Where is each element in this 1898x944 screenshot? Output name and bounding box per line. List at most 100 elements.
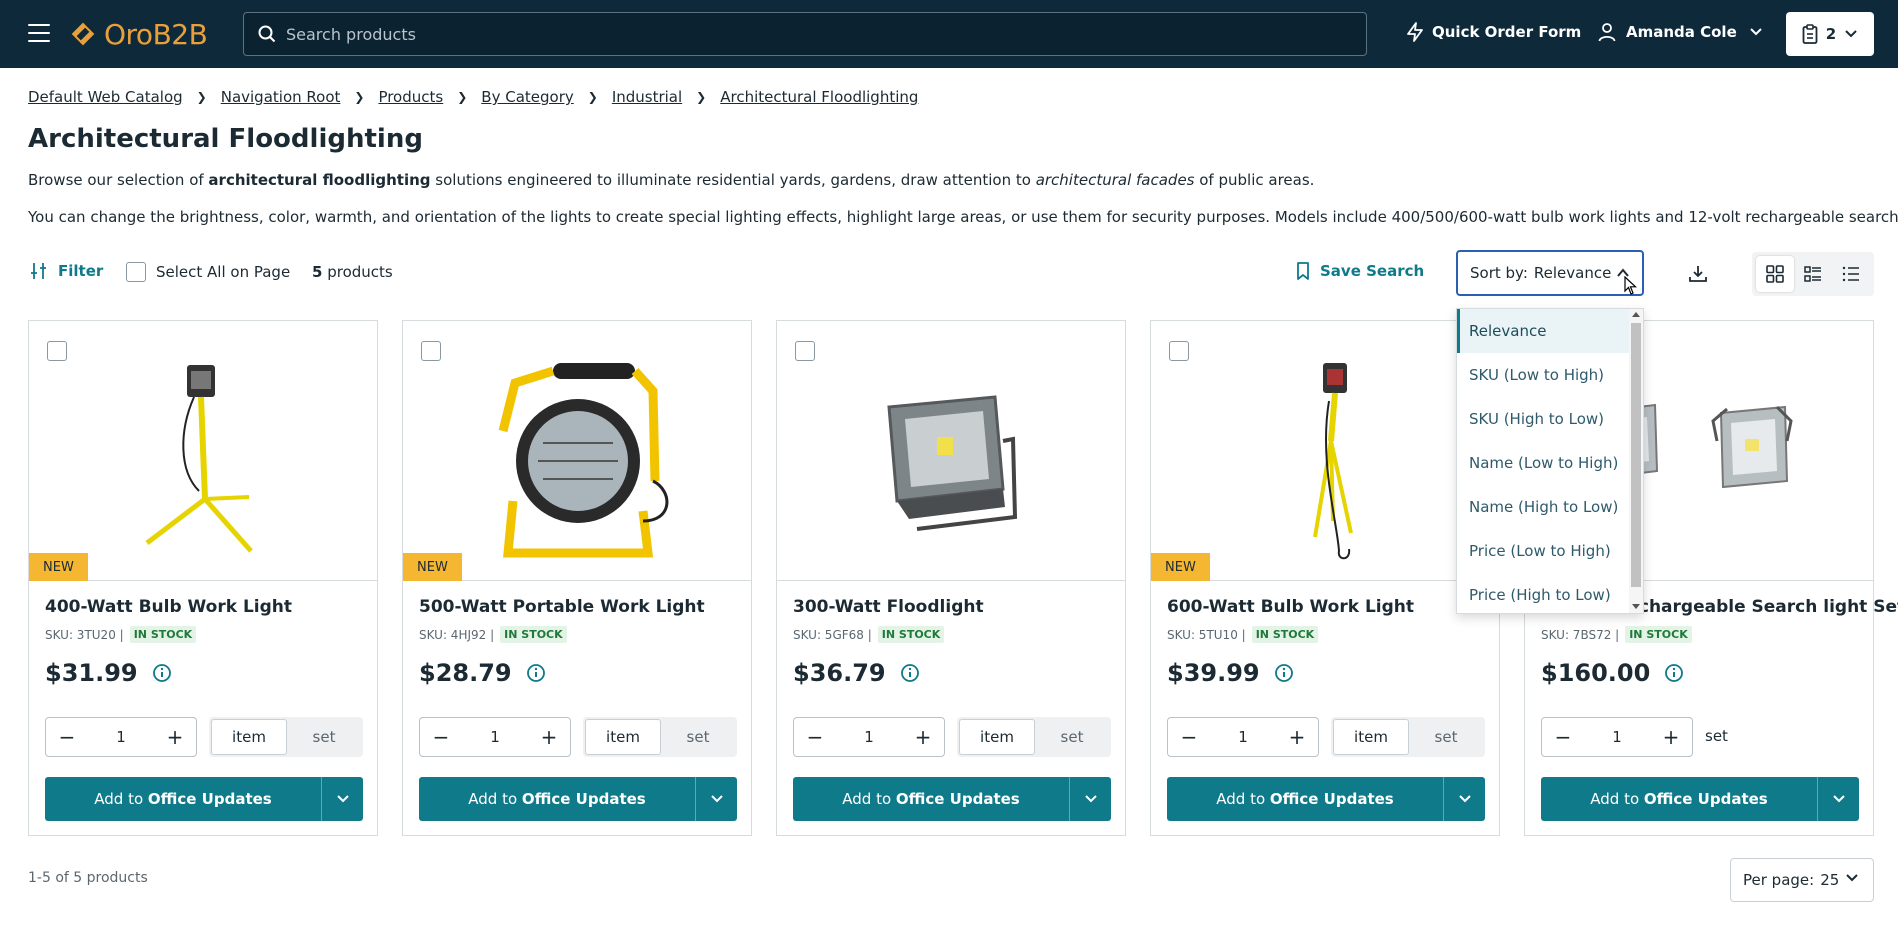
add-options-toggle[interactable]	[695, 777, 737, 821]
product-name[interactable]: 500-Watt Portable Work Light	[419, 597, 705, 617]
quantity-value[interactable]: 1	[116, 728, 126, 746]
save-search-button[interactable]: Save Search	[1296, 262, 1424, 280]
product-price: $28.79	[419, 659, 546, 687]
add-options-toggle[interactable]	[1443, 777, 1485, 821]
sort-option[interactable]: SKU (High to Low)	[1457, 397, 1629, 441]
increase-button[interactable]: +	[540, 725, 558, 749]
add-to-list-button[interactable]: Add to Office Updates	[45, 777, 363, 821]
product-image[interactable]	[1151, 321, 1499, 581]
desc-text: solutions engineered to illuminate resid…	[430, 171, 1036, 189]
sort-option[interactable]: SKU (Low to High)	[1457, 353, 1629, 397]
quick-order-form-link[interactable]: Quick Order Form	[1406, 22, 1581, 42]
chevron-right-icon: ❯	[196, 90, 207, 104]
decrease-button[interactable]: −	[806, 725, 824, 749]
product-image[interactable]	[777, 321, 1125, 581]
decrease-button[interactable]: −	[1554, 725, 1572, 749]
add-options-toggle[interactable]	[321, 777, 363, 821]
decrease-button[interactable]: −	[432, 725, 450, 749]
breadcrumb: Default Web Catalog ❯ Navigation Root ❯ …	[28, 88, 918, 106]
quantity-value[interactable]: 1	[490, 728, 500, 746]
sort-option[interactable]: Relevance	[1457, 309, 1629, 353]
product-name[interactable]: 600-Watt Bulb Work Light	[1167, 597, 1414, 617]
checkbox[interactable]	[126, 262, 146, 282]
sort-option[interactable]: Name (Low to High)	[1457, 441, 1629, 485]
add-to-list-button[interactable]: Add to Office Updates	[419, 777, 737, 821]
breadcrumb-item[interactable]: Products	[378, 88, 443, 106]
unit-item[interactable]: item	[959, 719, 1035, 755]
product-select-checkbox[interactable]	[795, 341, 815, 361]
quantity-value[interactable]: 1	[1238, 728, 1248, 746]
sort-option[interactable]: Name (High to Low)	[1457, 485, 1629, 529]
sort-option[interactable]: Price (High to Low)	[1457, 573, 1629, 613]
breadcrumb-item[interactable]: Default Web Catalog	[28, 88, 183, 106]
user-menu[interactable]: Amanda Cole	[1598, 22, 1763, 42]
breadcrumb-item[interactable]: Industrial	[612, 88, 682, 106]
breadcrumb-item[interactable]: By Category	[481, 88, 573, 106]
add-list-name: Office Updates	[521, 790, 646, 808]
chevron-down-icon	[1084, 795, 1097, 803]
quantity-value[interactable]: 1	[1612, 728, 1622, 746]
product-select-checkbox[interactable]	[47, 341, 67, 361]
unit-set[interactable]: set	[1035, 719, 1109, 755]
quantity-stepper: − 1 +	[1167, 717, 1319, 757]
sort-dropdown-list: Relevance SKU (Low to High) SKU (High to…	[1456, 308, 1644, 614]
export-button[interactable]	[1680, 258, 1716, 290]
add-to-list-button[interactable]: Add to Office Updates	[793, 777, 1111, 821]
add-to-list-button[interactable]: Add to Office Updates	[1167, 777, 1485, 821]
product-sku-line: SKU: 5GF68 | IN STOCK	[793, 626, 945, 643]
decrease-button[interactable]: −	[58, 725, 76, 749]
quantity-value[interactable]: 1	[864, 728, 874, 746]
product-name[interactable]: 400-Watt Bulb Work Light	[45, 597, 292, 617]
unit-set[interactable]: set	[287, 719, 361, 755]
scrollbar-thumb[interactable]	[1631, 323, 1641, 587]
increase-button[interactable]: +	[1662, 725, 1680, 749]
add-to-list-button[interactable]: Add to Office Updates	[1541, 777, 1859, 821]
search-input[interactable]: Search products	[243, 12, 1367, 56]
unit-set[interactable]: set	[661, 719, 735, 755]
product-image[interactable]	[29, 321, 377, 581]
filter-button[interactable]: Filter	[30, 262, 103, 280]
list-view-button[interactable]	[1794, 256, 1832, 292]
add-options-toggle[interactable]	[1069, 777, 1111, 821]
product-select-checkbox[interactable]	[1169, 341, 1189, 361]
add-options-toggle[interactable]	[1817, 777, 1859, 821]
shopping-list-count: 2	[1825, 25, 1837, 43]
increase-button[interactable]: +	[1288, 725, 1306, 749]
list-detail-icon	[1804, 266, 1821, 282]
product-select-checkbox[interactable]	[421, 341, 441, 361]
info-icon[interactable]	[526, 663, 546, 683]
info-icon[interactable]	[900, 663, 920, 683]
price-value: $39.99	[1167, 659, 1260, 687]
grid-view-button[interactable]	[1756, 256, 1794, 292]
increase-button[interactable]: +	[166, 725, 184, 749]
unit-item[interactable]: item	[1333, 719, 1409, 755]
sort-option[interactable]: Price (Low to High)	[1457, 529, 1629, 573]
shopping-list-button[interactable]: 2	[1786, 12, 1874, 56]
scroll-down-arrow-icon[interactable]	[1632, 604, 1640, 609]
sort-value: Relevance	[1533, 264, 1612, 282]
decrease-button[interactable]: −	[1180, 725, 1198, 749]
unit-set[interactable]: set	[1409, 719, 1483, 755]
select-all-checkbox[interactable]: Select All on Page	[126, 262, 290, 282]
info-icon[interactable]	[152, 663, 172, 683]
per-page-select[interactable]: Per page: 25	[1730, 858, 1874, 902]
scroll-up-arrow-icon[interactable]	[1632, 312, 1640, 317]
sort-select[interactable]: Sort by: Relevance	[1456, 250, 1644, 296]
compact-view-button[interactable]	[1832, 256, 1870, 292]
menu-icon[interactable]	[28, 24, 50, 42]
unit-item[interactable]: item	[211, 719, 287, 755]
increase-button[interactable]: +	[914, 725, 932, 749]
product-image[interactable]	[403, 321, 751, 581]
product-sku-line: SKU: 4HJ92 | IN STOCK	[419, 626, 567, 643]
unit-item[interactable]: item	[585, 719, 661, 755]
desc-text: Browse our selection of	[28, 171, 209, 189]
info-icon[interactable]	[1664, 663, 1684, 683]
breadcrumb-item[interactable]: Architectural Floodlighting	[720, 88, 918, 106]
info-icon[interactable]	[1274, 663, 1294, 683]
product-name[interactable]: 300-Watt Floodlight	[793, 597, 984, 617]
sort-prefix: Sort by:	[1470, 264, 1528, 282]
portable-work-light-image	[498, 363, 669, 558]
work-light-tripod-image	[145, 365, 253, 553]
breadcrumb-item[interactable]: Navigation Root	[221, 88, 341, 106]
logo[interactable]: OroB2B	[68, 14, 208, 54]
